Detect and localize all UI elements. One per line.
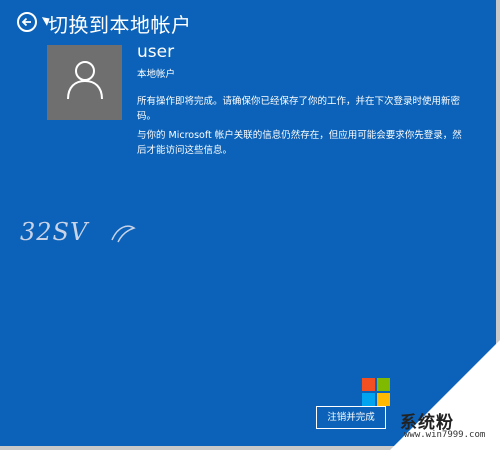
avatar (47, 45, 122, 120)
info-message: 与你的 Microsoft 帐户关联的信息仍然存在，但应用可能会要求你先登录，然… (137, 130, 462, 156)
back-arrow-icon (21, 17, 31, 27)
watermark-url: www.win7999.com (404, 430, 486, 440)
back-button[interactable] (17, 12, 37, 32)
user-silhouette-icon (67, 61, 103, 100)
page-title: 切换到本地帐户 (48, 13, 192, 37)
username: user (137, 42, 175, 62)
info-message: 所有操作即将完成。请确保你已经保存了你的工作，并在下次登录时使用新密码。 (137, 96, 461, 122)
watermark-logo: 32SV (20, 218, 89, 246)
logo-ornament-icon (111, 225, 136, 243)
account-type: 本地帐户 (137, 69, 176, 80)
windows-logo-icon (362, 378, 390, 406)
sign-out-finish-button[interactable]: 注销并完成 (316, 406, 386, 429)
